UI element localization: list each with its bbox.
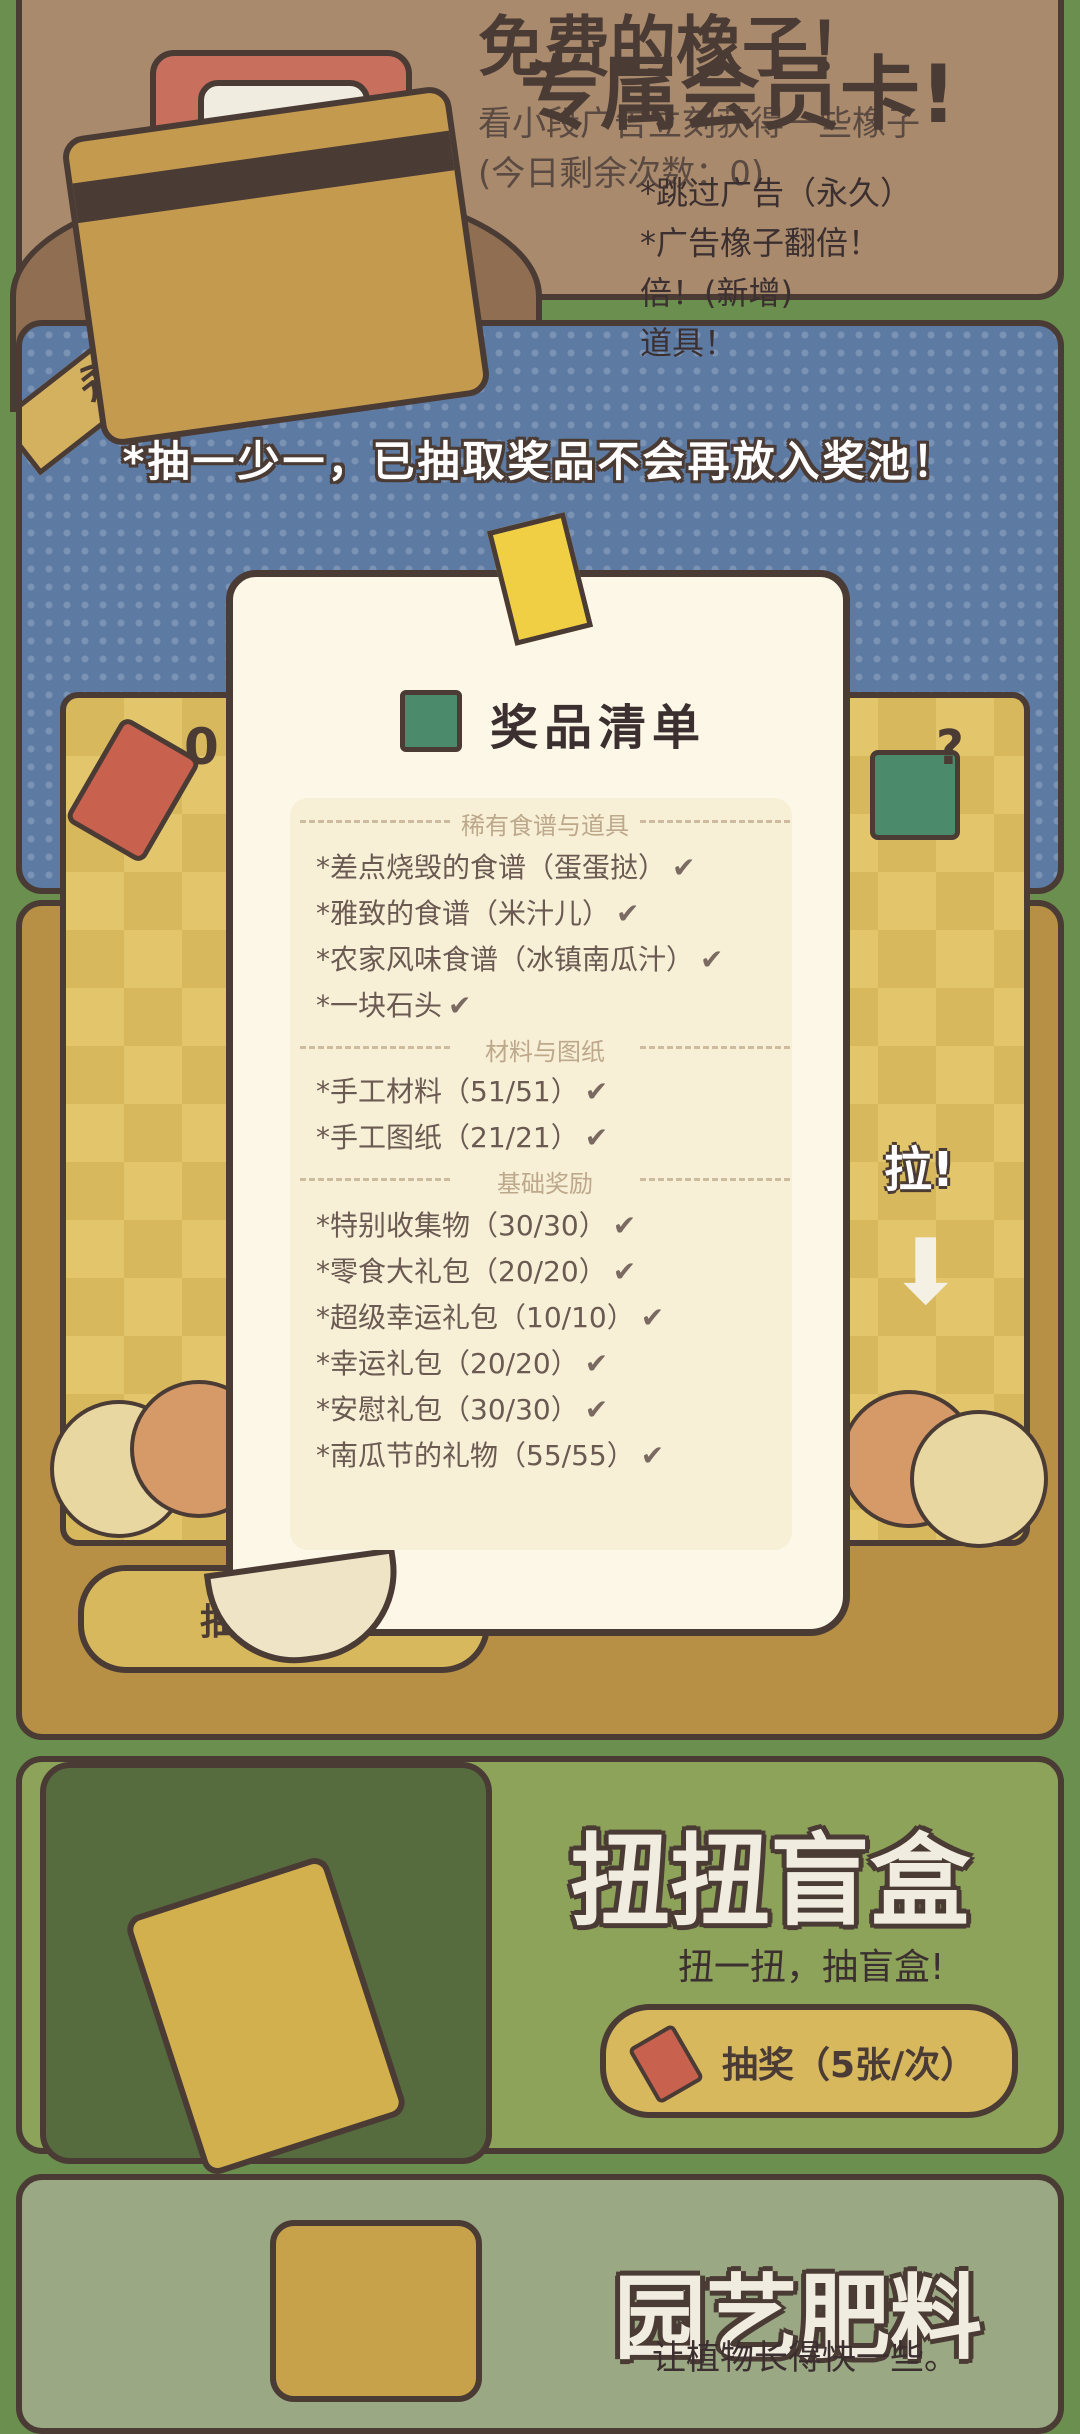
prize-list-title: 奖品清单 xyxy=(490,700,707,756)
gacha-draw-label: 抽奖（5张/次） xyxy=(722,2045,977,2086)
vip-benefit: 倍！(新增) xyxy=(640,274,793,312)
section-heading: 稀有食谱与道具 xyxy=(300,806,790,841)
vip-benefit: *跳过广告（永久） xyxy=(640,174,913,212)
section-heading: 基础奖励 xyxy=(300,1164,790,1199)
prize-item: *一块石头 ✔ xyxy=(316,989,472,1022)
watering-can-illustration xyxy=(270,2220,482,2402)
ticket-icon xyxy=(627,2023,705,2105)
gacha-subtitle: 扭一扭，抽盲盒! xyxy=(678,1947,945,1988)
draw-rule-banner: *抽一少一，已抽取奖品不会再放入奖池！ xyxy=(122,437,958,486)
prize-item: *安慰礼包（30/30） ✔ xyxy=(316,1393,609,1426)
ticket-count: 0 xyxy=(184,718,219,776)
pull-label: 拉! xyxy=(884,1142,954,1198)
member-card-illustration xyxy=(60,84,492,448)
prize-item: *幸运礼包（20/20） ✔ xyxy=(316,1347,609,1380)
arrow-down-icon[interactable]: ⬇ xyxy=(888,1220,963,1325)
prize-item: *手工材料（51/51） ✔ xyxy=(316,1075,609,1108)
prize-item: *差点烧毁的食谱（蛋蛋挞） ✔ xyxy=(316,851,696,884)
vip-benefit: *广告橡子翻倍！ xyxy=(640,224,881,262)
question-mark-icon: ? xyxy=(936,720,964,776)
gacha-title: 扭扭盲盒 xyxy=(570,1823,970,1940)
garden-subtitle: 让植物长得快一些。 xyxy=(652,2338,958,2378)
prize-item: *手工图纸（21/21） ✔ xyxy=(316,1121,609,1154)
prize-item: *雅致的食谱（米汁儿） ✔ xyxy=(316,897,640,930)
prize-item: *农家风味食谱（冰镇南瓜汁） ✔ xyxy=(316,943,724,976)
vip-title: 专属会员卡! xyxy=(520,48,957,141)
prize-item: *零食大礼包（20/20） ✔ xyxy=(316,1255,637,1288)
vip-benefit: 道具！ xyxy=(640,324,737,362)
gacha-draw-button[interactable]: 抽奖（5张/次） xyxy=(600,2004,1018,2118)
prize-item: *超级幸运礼包（10/10） ✔ xyxy=(316,1301,665,1334)
prize-item: *南瓜节的礼物（55/55） ✔ xyxy=(316,1439,665,1472)
gift-icon xyxy=(400,690,462,752)
section-heading: 材料与图纸 xyxy=(300,1032,790,1067)
prize-item: *特别收集物（30/30） ✔ xyxy=(316,1209,637,1242)
